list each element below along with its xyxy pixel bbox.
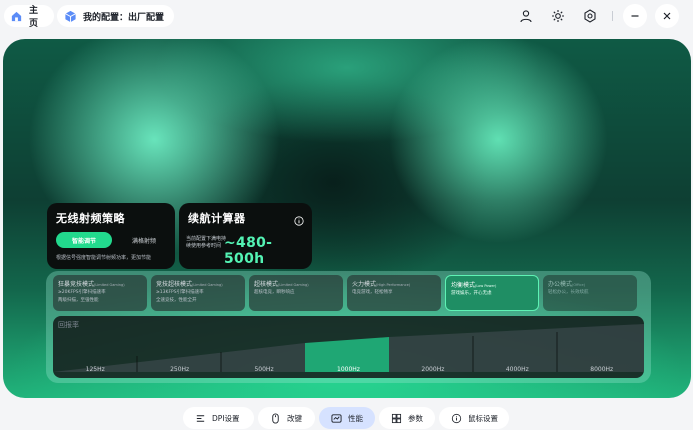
mode-title: 均衡模式(Low Power)	[451, 280, 533, 289]
mode-title: 火力模式(High Performance)	[352, 279, 436, 288]
mode-description: ≥13KFPS引擎扫描速率	[156, 290, 204, 295]
dpi-icon	[193, 411, 207, 425]
bottom-tab-bar: DPI设置 改键 性能 参数 鼠标设置	[183, 407, 509, 429]
settings-icon[interactable]	[578, 4, 602, 28]
polling-rate-option[interactable]: 1000Hz	[306, 366, 390, 373]
tab-dpi-settings[interactable]: DPI设置	[183, 407, 254, 429]
polling-rate-option[interactable]: 500Hz	[222, 366, 306, 373]
mode-subtitle: (Limited Gaming)	[192, 283, 223, 287]
tab-key-remap[interactable]: 改键	[258, 407, 315, 429]
top-bar: 主页 我的配置：出厂配置	[0, 0, 693, 34]
cube-icon	[63, 9, 77, 23]
mode-description: 电竞游戏，轻松畅享	[352, 290, 393, 295]
mode-description: 轻松办公，长效续航	[548, 290, 589, 295]
mode-panel: 狂暴竞技模式(Limited Gaming) ≥20KFPS引擎扫描速率 两级扫描，…	[46, 271, 651, 383]
mode-title: 办公模式(Office)	[548, 279, 632, 288]
mode-card[interactable]: 火力模式(High Performance) 电竞游戏，轻松畅享	[347, 275, 441, 311]
polling-rate-option[interactable]: 125Hz	[53, 366, 137, 373]
mode-name: 均衡模式	[451, 282, 476, 289]
polling-rate-option[interactable]: 250Hz	[137, 366, 221, 373]
info-icon	[449, 411, 463, 425]
user-icon[interactable]	[514, 4, 538, 28]
mode-subtitle: (Office)	[572, 283, 585, 287]
polling-rate-option[interactable]: 2000Hz	[391, 366, 475, 373]
mode-card[interactable]: 竞技超核模式(Limited Gaming) ≥13KFPS引擎扫描速率 全速竞技，…	[151, 275, 245, 311]
home-breadcrumb[interactable]: 主页	[4, 5, 54, 29]
tab-label: 改键	[287, 413, 302, 423]
grid-icon	[389, 411, 403, 425]
mode-description: 超核电竞，瞬秒响应	[254, 290, 295, 295]
battery-time-value: ~480-500h	[224, 235, 273, 267]
mode-card[interactable]: 超核模式(Limited Gaming) 超核电竞，瞬秒响应	[249, 275, 343, 311]
tab-label: DPI设置	[212, 413, 240, 423]
home-label: 主页	[29, 6, 39, 29]
mode-subtitle: (Limited Gaming)	[94, 283, 125, 287]
mode-subtitle: (High Performance)	[376, 283, 411, 287]
mouse-icon	[268, 411, 282, 425]
config-label: 我的配置：出厂配置	[83, 12, 165, 23]
performance-icon	[329, 411, 343, 425]
tab-performance[interactable]: 性能	[319, 407, 375, 429]
tab-parameters[interactable]: 参数	[379, 407, 435, 429]
mode-title: 竞技超核模式(Limited Gaming)	[156, 279, 240, 288]
polling-rate-selector[interactable]: 回报率 125Hz 250Hz 500Hz 1000Hz 2000Hz 4000Hz 800…	[53, 316, 644, 378]
calculator-note: 当前配置下满电持续使用参考时间	[186, 236, 227, 249]
smart-adjust-button[interactable]: 智能调节	[56, 232, 112, 248]
mode-list: 狂暴竞技模式(Limited Gaming) ≥20KFPS引擎扫描速率 两级扫描，…	[53, 275, 637, 311]
tab-mouse-settings[interactable]: 鼠标设置	[439, 407, 509, 429]
mode-title: 超核模式(Limited Gaming)	[254, 279, 338, 288]
mode-card[interactable]: 狂暴竞技模式(Limited Gaming) ≥20KFPS引擎扫描速率 两级扫描，…	[53, 275, 147, 311]
divider	[612, 11, 613, 21]
brightness-icon[interactable]	[546, 4, 570, 28]
strategy-title: 无线射频策略	[56, 212, 125, 225]
full-power-button[interactable]: 满格射频	[119, 232, 169, 248]
polling-rate-label: 回报率	[58, 321, 79, 329]
wireless-strategy-card: 无线射频策略 智能调节 满格射频 根据信号强度智能调节射频功率，更加节能	[47, 203, 175, 269]
tab-label: 性能	[348, 413, 363, 423]
mode-description: 游戏娱乐，开心无虑	[451, 291, 492, 296]
mode-card[interactable]: 均衡模式(Low Power) 游戏娱乐，开心无虑	[445, 275, 539, 311]
mode-name: 狂暴竞技模式	[58, 281, 95, 288]
strategy-description: 根据信号强度智能调节射频功率，更加节能	[56, 255, 152, 261]
close-icon[interactable]	[655, 4, 679, 28]
calculator-title: 续航计算器	[188, 212, 246, 225]
polling-rate-options: 125Hz 250Hz 500Hz 1000Hz 2000Hz 4000Hz 8000Hz	[53, 366, 644, 373]
home-icon	[10, 9, 23, 23]
polling-rate-option[interactable]: 4000Hz	[475, 366, 559, 373]
battery-calculator-card: 续航计算器 当前配置下满电持续使用参考时间 ~480-500h	[179, 203, 312, 269]
tab-label: 鼠标设置	[468, 413, 498, 423]
mode-subtitle: (Limited Gaming)	[278, 283, 309, 287]
mode-description: 全速竞技，性能全开	[156, 298, 197, 303]
mode-title: 狂暴竞技模式(Limited Gaming)	[58, 279, 142, 288]
polling-rate-option[interactable]: 8000Hz	[560, 366, 644, 373]
mode-description: 两级扫描，至强性能	[58, 298, 99, 303]
tab-label: 参数	[408, 413, 423, 423]
mode-name: 竞技超核模式	[156, 281, 193, 288]
mode-description: ≥20KFPS引擎扫描速率	[58, 290, 106, 295]
minimize-icon[interactable]	[623, 4, 647, 28]
mode-subtitle: (Low Power)	[475, 284, 497, 288]
mode-name: 火力模式	[352, 281, 377, 288]
mode-name: 办公模式	[548, 281, 573, 288]
mode-card[interactable]: 办公模式(Office) 轻松办公，长效续航	[543, 275, 637, 311]
config-breadcrumb[interactable]: 我的配置：出厂配置	[57, 5, 174, 27]
mode-name: 超核模式	[254, 281, 279, 288]
info-icon[interactable]	[294, 211, 304, 226]
performance-stage: 无线射频策略 智能调节 满格射频 根据信号强度智能调节射频功率，更加节能 续航计…	[3, 39, 691, 398]
